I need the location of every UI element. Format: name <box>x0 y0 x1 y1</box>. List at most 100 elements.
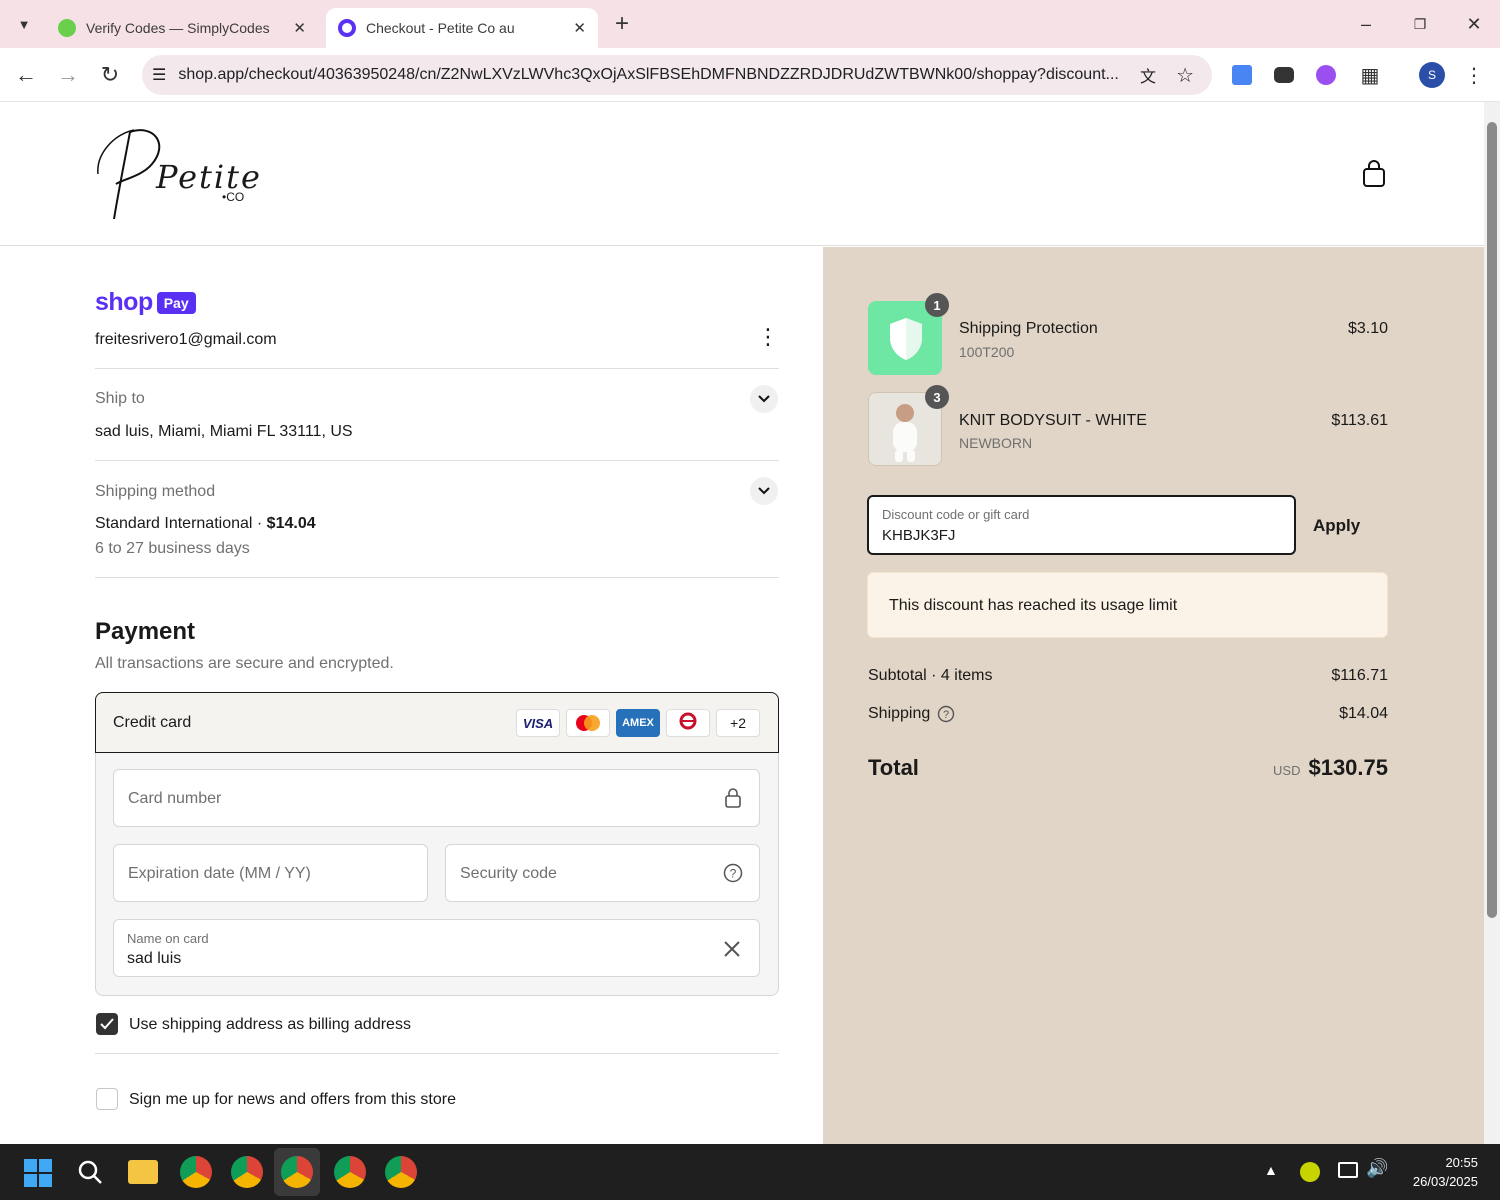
chrome-profile-j-icon[interactable] <box>385 1156 417 1188</box>
browser-menu-icon[interactable]: ⋮ <box>1458 59 1490 91</box>
security-code-placeholder: Security code <box>460 865 557 882</box>
item-variant: NEWBORN <box>959 435 1033 451</box>
tab-simplycodes[interactable]: Verify Codes — SimplyCodes ✕ <box>46 8 318 48</box>
windows-start-icon[interactable] <box>24 1159 52 1187</box>
shop-pay-badge: Pay <box>156 291 196 314</box>
shipping-method-name: Standard International <box>95 515 253 532</box>
billing-checkbox[interactable] <box>96 1013 118 1035</box>
extensions-puzzle-icon[interactable]: ▦ <box>1354 59 1386 91</box>
shipping-method-chevron-down-icon[interactable] <box>750 477 778 505</box>
close-window-icon[interactable]: ✕ <box>1458 8 1490 40</box>
name-on-card-value: sad luis <box>127 950 182 967</box>
robot-extension-icon[interactable] <box>1268 59 1300 91</box>
clock-time[interactable]: 20:55 <box>1445 1155 1478 1170</box>
shop-pay-brand: shop <box>95 288 153 316</box>
shop-pay-email: freitesrivero1@gmail.com <box>95 331 277 348</box>
shipping-method-line: Standard International · $14.04 <box>95 515 316 533</box>
shipping-method-eta: 6 to 27 business days <box>95 540 250 557</box>
reload-icon[interactable]: ↻ <box>94 59 126 91</box>
browser-tab-strip: ▼ Verify Codes — SimplyCodes ✕ Checkout … <box>0 0 1500 48</box>
tray-app-icon[interactable] <box>1300 1162 1320 1182</box>
news-checkbox-label[interactable]: Sign me up for news and offers from this… <box>129 1091 456 1109</box>
volume-icon[interactable]: 🔊 <box>1366 1158 1388 1179</box>
item-variant: 100T200 <box>959 344 1015 360</box>
browser-toolbar: ← → ↻ ☰ shop.app/checkout/40363950248/cn… <box>0 48 1500 102</box>
svg-text:?: ? <box>943 709 949 721</box>
shop-pay-logo: shop Pay <box>95 288 196 317</box>
clock-date[interactable]: 26/03/2025 <box>1413 1174 1478 1189</box>
visa-icon: VISA <box>516 709 560 737</box>
tab-title: Verify Codes — SimplyCodes <box>86 20 270 36</box>
card-number-field[interactable]: Card number <box>113 769 760 827</box>
divider <box>95 577 779 578</box>
divider <box>95 368 779 369</box>
store-header: Petite •CO <box>0 102 1484 246</box>
profile-avatar[interactable]: S <box>1416 59 1448 91</box>
google-translate-extension-icon[interactable] <box>1226 59 1258 91</box>
lock-icon <box>725 788 741 808</box>
chrome-profile-s-icon[interactable] <box>281 1156 313 1188</box>
scrollbar-thumb[interactable] <box>1487 122 1497 918</box>
cart-bag-icon[interactable] <box>1362 160 1386 188</box>
close-tab-icon[interactable]: ✕ <box>293 19 306 37</box>
windows-taskbar: ▲ 🔊 20:55 26/03/2025 <box>0 1144 1500 1200</box>
help-circle-icon[interactable]: ? <box>937 705 955 723</box>
item-price: $3.10 <box>1347 320 1388 337</box>
more-options-icon[interactable]: ⋮ <box>756 324 780 350</box>
shipping-label: Shipping <box>868 705 931 722</box>
tab-checkout[interactable]: Checkout - Petite Co au ✕ <box>326 8 598 48</box>
minimize-window-icon[interactable]: – <box>1350 8 1382 40</box>
close-tab-icon[interactable]: ✕ <box>573 19 586 37</box>
new-tab-icon[interactable]: + <box>606 8 638 40</box>
discount-field[interactable]: Discount code or gift card KHBJK3FJ <box>867 495 1296 555</box>
ship-to-value: sad luis, Miami, Miami FL 33111, US <box>95 423 353 440</box>
item-price: $113.61 <box>1331 412 1388 429</box>
purple-extension-icon[interactable] <box>1310 59 1342 91</box>
search-icon[interactable] <box>76 1158 104 1186</box>
quantity-badge: 1 <box>925 293 949 317</box>
network-icon[interactable] <box>1338 1162 1358 1178</box>
shipping-method-separator: · <box>252 515 267 532</box>
quantity-badge: 3 <box>925 385 949 409</box>
tab-title: Checkout - Petite Co au <box>366 20 515 36</box>
more-cards-badge: +2 <box>716 709 760 737</box>
billing-checkbox-label[interactable]: Use shipping address as billing address <box>129 1016 411 1034</box>
site-info-icon[interactable]: ☰ <box>152 65 166 85</box>
shipping-value: $14.04 <box>1339 705 1388 722</box>
subtotal-label: Subtotal · 4 items <box>868 667 993 684</box>
help-circle-icon[interactable]: ? <box>723 863 743 883</box>
amex-icon: AMEX <box>616 709 660 737</box>
bookmark-star-icon[interactable]: ☆ <box>1176 63 1194 88</box>
expiration-field[interactable]: Expiration date (MM / YY) <box>113 844 428 902</box>
chrome-profile-r-icon[interactable] <box>334 1156 366 1188</box>
discount-value: KHBJK3FJ <box>882 527 956 544</box>
expiration-placeholder: Expiration date (MM / YY) <box>128 865 311 882</box>
news-checkbox[interactable] <box>96 1088 118 1110</box>
chrome-profile-i-icon[interactable] <box>231 1156 263 1188</box>
logo-text: Petite <box>156 158 262 196</box>
payment-title: Payment <box>95 618 196 645</box>
translate-icon[interactable]: 文 <box>1140 63 1156 87</box>
apply-button[interactable]: Apply <box>1313 516 1360 536</box>
restore-window-icon[interactable]: ❐ <box>1404 8 1436 40</box>
amex-text: AMEX <box>622 717 654 729</box>
security-code-field[interactable]: Security code ? <box>445 844 760 902</box>
credit-card-option[interactable]: Credit card VISA AMEX +2 <box>95 692 779 753</box>
address-bar[interactable]: ☰ shop.app/checkout/40363950248/cn/Z2NwL… <box>142 55 1212 95</box>
back-icon[interactable]: ← <box>10 59 42 91</box>
currency-code: USD <box>1273 763 1301 778</box>
total-value: $130.75 <box>1308 755 1388 780</box>
divider <box>95 1053 779 1054</box>
discount-label: Discount code or gift card <box>882 507 1030 522</box>
chrome-profile-n-icon[interactable] <box>180 1156 212 1188</box>
tray-chevron-up-icon[interactable]: ▲ <box>1264 1162 1278 1178</box>
tab-search-icon[interactable]: ▼ <box>8 8 40 40</box>
ship-to-chevron-down-icon[interactable] <box>750 385 778 413</box>
store-logo[interactable]: Petite •CO <box>94 124 264 224</box>
name-on-card-field[interactable]: Name on card sad luis <box>113 919 760 977</box>
clear-icon[interactable] <box>723 940 741 958</box>
file-explorer-icon[interactable] <box>128 1160 158 1184</box>
forward-icon[interactable]: → <box>52 59 84 91</box>
credit-card-label: Credit card <box>113 714 192 731</box>
ship-to-label: Ship to <box>95 390 145 407</box>
